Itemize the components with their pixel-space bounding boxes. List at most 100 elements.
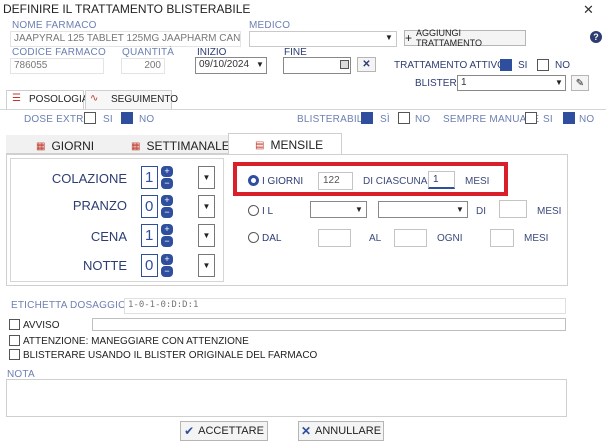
il-label: I L	[262, 206, 274, 217]
sempre-manuale-no-checkbox[interactable]	[563, 112, 575, 124]
attenzione-checkbox[interactable]	[9, 335, 20, 346]
tab-posologia-label: POSOLOGIA	[29, 94, 89, 105]
avviso-field[interactable]	[92, 318, 566, 331]
plus-icon[interactable]: +	[161, 254, 173, 265]
chevron-down-icon[interactable]: ▼	[198, 224, 215, 247]
sempre-manuale-no-label: NO	[579, 114, 595, 125]
dose-extra-si-checkbox[interactable]	[84, 112, 96, 124]
farmaco-field: JAAPYRAL 125 TABLET 125MG JAAPHARM CANAD…	[10, 31, 241, 47]
minus-icon[interactable]: −	[161, 266, 173, 277]
dose-extra-no-checkbox[interactable]	[121, 112, 133, 124]
trattamento-attivo-no-checkbox[interactable]	[537, 59, 549, 71]
quantity-stepper-notte[interactable]: 0 + − ▼	[141, 254, 215, 280]
weekday-select[interactable]	[378, 201, 468, 218]
stepper-value[interactable]: 0	[141, 195, 158, 218]
blister-originale-checkbox[interactable]	[9, 349, 20, 360]
minus-icon[interactable]: −	[161, 236, 173, 247]
pencil-icon: ✎	[575, 77, 585, 89]
accept-label: ACCETTARE	[198, 425, 264, 437]
tab-settimanale[interactable]: ▦ SETTIMANALE	[131, 139, 230, 153]
quantity-stepper-pranzo[interactable]: 0 + − ▼	[141, 195, 215, 221]
dose-extra-label: DOSE EXTRA	[24, 114, 91, 125]
mesi-label: MESI	[465, 176, 490, 187]
help-icon[interactable]: ?	[590, 31, 602, 43]
add-treatment-button[interactable]: + AGGIUNGI TRATTAMENTO	[404, 28, 526, 48]
days-input[interactable]: 122	[318, 172, 353, 190]
chevron-down-icon: ▼	[256, 60, 264, 69]
tab-mensile-inner: ▤ MENSILE	[255, 138, 323, 152]
quantity-stepper-cena[interactable]: 1 + − ▼	[141, 224, 215, 250]
calendar-icon: ▤	[255, 139, 265, 151]
tab-settimanale-label: SETTIMANALE	[146, 139, 230, 153]
plus-icon[interactable]: +	[161, 195, 173, 206]
avviso-checkbox[interactable]	[9, 319, 20, 330]
tabs-divider	[0, 109, 606, 110]
codice-label: CODICE FARMACO	[12, 47, 106, 58]
blister-label: BLISTER:	[415, 78, 460, 89]
blisterabile-no-checkbox[interactable]	[398, 112, 410, 124]
blisterabile-si-label: SÌ	[380, 114, 390, 125]
dose-extra-no-label: NO	[139, 114, 155, 125]
cancel-label: ANNULLARE	[315, 425, 382, 437]
trattamento-attivo-si-checkbox[interactable]	[500, 59, 512, 71]
dal-input[interactable]	[318, 229, 351, 247]
check-icon: ✔	[184, 424, 195, 438]
dal-mesi-label: MESI	[524, 233, 549, 244]
blisterabile-si-checkbox[interactable]	[361, 112, 373, 124]
minus-icon[interactable]: −	[161, 207, 173, 218]
chevron-down-icon[interactable]: ▼	[198, 195, 215, 218]
quantita-label: QUANTITÀ	[122, 47, 175, 58]
chevron-down-icon[interactable]: ▼	[198, 166, 215, 189]
chevron-down-icon[interactable]: ▼	[198, 254, 215, 277]
minus-icon[interactable]: −	[161, 178, 173, 189]
quantity-stepper-colazione[interactable]: 1 + − ▼	[141, 166, 215, 192]
avviso-label: AVVISO	[23, 320, 60, 331]
al-input[interactable]	[394, 229, 427, 247]
cancel-button[interactable]: ✕ ANNULLARE	[298, 421, 384, 441]
tab-seguimento-label: SEGUIMENTO	[111, 94, 179, 105]
etichetta-field: 1-0-1-0:D:D:1	[124, 298, 566, 314]
medico-select[interactable]	[249, 31, 397, 47]
dal-radio[interactable]	[248, 232, 259, 243]
al-label: AL	[369, 233, 382, 244]
blister-select[interactable]: 1	[457, 75, 566, 91]
close-icon[interactable]: ✕	[583, 2, 594, 18]
il-radio[interactable]	[248, 205, 259, 216]
plus-icon[interactable]: +	[161, 224, 173, 235]
meal-label-notte: NOTTE	[82, 258, 127, 273]
trattamento-attivo-label: TRATTAMENTO ATTIVO	[394, 60, 505, 71]
chevron-down-icon: ▼	[456, 205, 464, 214]
i-giorni-radio[interactable]	[248, 175, 259, 186]
calendar-icon: ▦	[131, 140, 141, 152]
trattamento-attivo-si-label: SI	[518, 60, 528, 71]
quantita-field: 200	[121, 58, 165, 74]
di-label: DI	[476, 206, 486, 217]
attenzione-label: ATTENZIONE: MANEGGIARE CON ATTENZIONE	[23, 336, 249, 347]
calendar-icon[interactable]	[340, 60, 349, 69]
tab-mensile-label: MENSILE	[270, 138, 324, 152]
plus-icon: +	[405, 31, 413, 45]
di-ciascuna-label: DI CIASCUNA	[363, 176, 428, 187]
blisterabile-no-label: NO	[415, 114, 431, 125]
heartbeat-icon: ∿	[90, 93, 99, 104]
stepper-value[interactable]: 1	[141, 166, 158, 189]
calendar-icon: ▦	[36, 140, 46, 152]
sempre-manuale-si-checkbox[interactable]	[525, 112, 537, 124]
edit-blister-button[interactable]: ✎	[571, 75, 589, 91]
stepper-value[interactable]: 0	[141, 254, 158, 277]
clear-date-button[interactable]: ✕	[357, 57, 376, 72]
list-icon: ☰	[12, 93, 21, 104]
stepper-value[interactable]: 1	[141, 224, 158, 247]
close-icon: ✕	[300, 424, 312, 438]
tab-giorni[interactable]: ▦ GIORNI	[36, 139, 94, 153]
accept-button[interactable]: ✔ ACCETTARE	[180, 421, 268, 441]
plus-icon[interactable]: +	[161, 166, 173, 177]
ogni-input[interactable]	[490, 229, 514, 247]
il-months-input[interactable]	[499, 200, 527, 218]
window-title: DEFINIRE IL TRATTAMENTO BLISTERABILE	[3, 2, 251, 16]
dal-label: DAL	[262, 233, 282, 244]
months-input[interactable]: 1	[428, 171, 455, 189]
add-treatment-label: AGGIUNGI TRATTAMENTO	[416, 28, 483, 48]
sempre-manuale-si-label: SI	[543, 114, 553, 125]
nota-textarea[interactable]	[6, 379, 567, 417]
